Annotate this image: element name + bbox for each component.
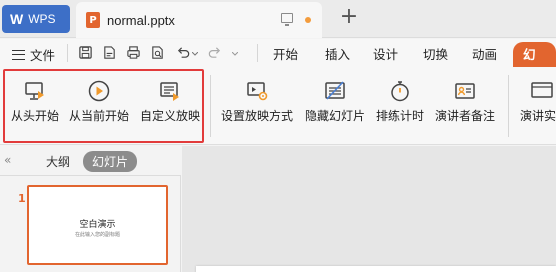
speaker-notes-button[interactable]: 演讲者备注 — [433, 79, 497, 137]
wps-tab-label: WPS — [28, 12, 56, 26]
tab-animation[interactable]: 动画 — [472, 44, 497, 63]
presenter-view-icon — [531, 82, 553, 98]
ribbon-toolbar: 从头开始 从当前开始 自定义放映 设置放映方式 隐藏幻灯片 排练计时 演讲者备注… — [0, 67, 556, 145]
monitor-icon[interactable] — [281, 13, 293, 26]
export-pdf-icon[interactable] — [102, 45, 117, 60]
speaker-notes-icon — [455, 83, 475, 99]
tab-outline[interactable]: 大纲 — [46, 153, 70, 170]
selection-highlight — [3, 69, 204, 143]
wps-home-tab[interactable]: W WPS — [2, 5, 70, 33]
menu-bar: 文件 开始 插入 设计 切换 动画 幻灯片 — [0, 39, 556, 103]
collapse-panel-icon[interactable]: « — [4, 153, 11, 167]
redo-icon[interactable] — [207, 45, 222, 60]
undo-icon[interactable] — [176, 45, 191, 60]
separator — [257, 44, 258, 62]
separator — [210, 75, 211, 137]
slide-canvas[interactable] — [196, 266, 556, 272]
slide-number: 1 — [18, 192, 26, 205]
document-tab[interactable]: P normal.pptx — [76, 2, 322, 38]
chevron-down-icon[interactable] — [232, 52, 238, 56]
file-menu-label: 文件 — [30, 48, 56, 63]
ribbon-label: 设置放映方式 — [220, 109, 293, 123]
hamburger-icon — [12, 49, 25, 60]
rehearse-timings-button[interactable]: 排练计时 — [373, 79, 427, 137]
ribbon-label: 演讲实 — [520, 109, 556, 123]
slide-panel: « 大纲 幻灯片 1 空白演示 在此输入您的副标题 — [0, 146, 181, 272]
new-tab-button[interactable]: + — [338, 6, 360, 30]
print-preview-icon[interactable] — [150, 45, 165, 60]
thumbnail-subtitle: 在此输入您的副标题 — [74, 232, 120, 238]
rehearse-timer-icon — [391, 81, 409, 102]
separator — [508, 75, 509, 137]
tab-slides[interactable]: 幻灯片 — [83, 151, 138, 172]
slide-edit-area — [182, 146, 556, 272]
tab-design[interactable]: 设计 — [373, 44, 398, 63]
title-bar: W WPS P normal.pptx + — [0, 0, 556, 38]
panel-tabs: « 大纲 幻灯片 — [0, 146, 181, 176]
slide-thumbnail[interactable]: 空白演示 在此输入您的副标题 — [27, 185, 168, 265]
slideshow-settings-icon — [247, 82, 268, 101]
separator — [67, 44, 68, 62]
print-icon[interactable] — [126, 45, 141, 60]
tab-transition[interactable]: 切换 — [423, 44, 448, 63]
ribbon-label: 演讲者备注 — [434, 109, 495, 123]
hide-slide-button[interactable]: 隐藏幻灯片 — [301, 79, 369, 137]
unsaved-dot-icon — [305, 17, 311, 23]
save-icon[interactable] — [78, 45, 93, 60]
ribbon-label: 排练计时 — [375, 109, 424, 123]
wps-logo-icon: W — [10, 11, 24, 27]
slideshow-settings-button[interactable]: 设置放映方式 — [218, 79, 296, 137]
file-menu-button[interactable]: 文件 — [12, 45, 55, 64]
presentation-file-icon: P — [86, 12, 100, 28]
presenter-view-button[interactable]: 演讲实 — [520, 79, 556, 137]
tab-insert[interactable]: 插入 — [325, 44, 350, 63]
hide-slide-icon — [325, 81, 345, 100]
document-name: normal.pptx — [107, 12, 175, 28]
chevron-down-icon[interactable] — [192, 52, 198, 56]
ribbon-label: 隐藏幻灯片 — [304, 109, 365, 123]
thumbnail-title: 空白演示 — [79, 220, 116, 230]
tab-home[interactable]: 开始 — [273, 44, 298, 63]
